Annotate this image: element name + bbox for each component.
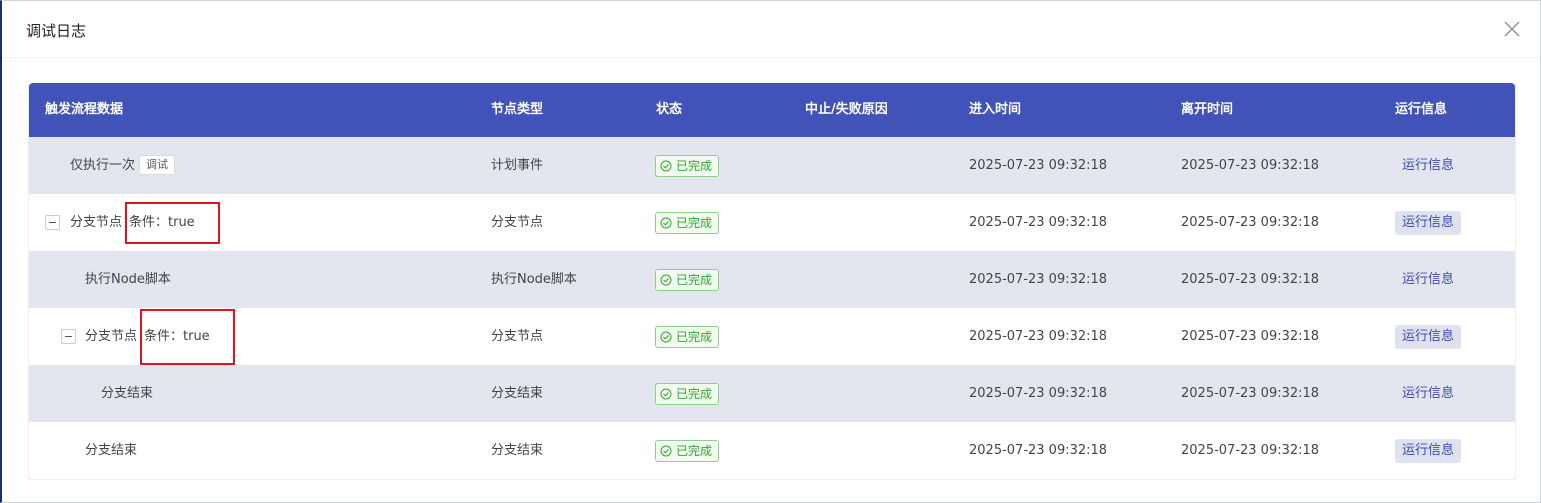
- table-row: 执行Node脚本 执行Node脚本 已完成 2025-07-23 09:32:1…: [29, 251, 1515, 308]
- enter-time: 2025-07-23 09:32:18: [969, 443, 1108, 458]
- enter-time: 2025-07-23 09:32:18: [969, 386, 1108, 401]
- leave-time: 2025-07-23 09:32:18: [1181, 215, 1320, 230]
- leave-time: 2025-07-23 09:32:18: [1181, 158, 1320, 173]
- run-info-button[interactable]: 运行信息: [1395, 268, 1461, 292]
- dialog-title: 调试日志: [26, 22, 87, 40]
- dialog-header: 调试日志: [2, 1, 1540, 58]
- leave-time: 2025-07-23 09:32:18: [1181, 272, 1320, 287]
- minus-square-icon[interactable]: [61, 329, 76, 344]
- condition-highlight: [140, 309, 235, 365]
- header-flow-data: 触发流程数据: [45, 102, 124, 117]
- flow-name: 分支节点: [85, 329, 138, 344]
- debug-tag: 调试: [139, 154, 176, 175]
- header-status: 状态: [656, 102, 683, 117]
- run-info-button[interactable]: 运行信息: [1395, 382, 1461, 406]
- check-circle-icon: [660, 331, 672, 342]
- run-info-button[interactable]: 运行信息: [1395, 211, 1462, 235]
- debug-log-table: 触发流程数据 节点类型 状态 中止/失败原因 进入时间 离开时间 运行信息 仅执…: [28, 83, 1516, 480]
- leave-time: 2025-07-23 09:32:18: [1181, 443, 1320, 458]
- node-type: 分支结束: [491, 443, 544, 458]
- flow-name-cell: 仅执行一次 调试: [70, 137, 176, 194]
- table-header: 触发流程数据 节点类型 状态 中止/失败原因 进入时间 离开时间 运行信息: [29, 83, 1515, 137]
- node-type: 分支节点: [491, 215, 544, 230]
- flow-name: 分支节点: [70, 215, 123, 230]
- flow-name: 分支结束: [101, 386, 154, 401]
- status-text: 已完成: [676, 330, 713, 344]
- run-info-button[interactable]: 运行信息: [1395, 439, 1462, 463]
- status-text: 已完成: [676, 159, 713, 173]
- check-circle-icon: [660, 445, 672, 456]
- node-type: 计划事件: [491, 158, 544, 173]
- status-badge: 已完成: [655, 212, 720, 234]
- status-badge: 已完成: [655, 269, 720, 291]
- status-text: 已完成: [676, 216, 713, 230]
- run-info-button[interactable]: 运行信息: [1395, 325, 1462, 349]
- status-text: 已完成: [676, 387, 713, 401]
- header-enter-time: 进入时间: [969, 102, 1022, 117]
- condition-highlight: [125, 202, 220, 244]
- node-type: 分支结束: [491, 386, 544, 401]
- flow-name: 分支结束: [85, 443, 138, 458]
- table-row: 分支节点 条件：true 分支节点 已完成 2025-07-23 09:32:1…: [29, 194, 1515, 251]
- table-row: 分支结束 分支结束 已完成 2025-07-23 09:32:18 2025-0…: [29, 365, 1515, 422]
- header-reason: 中止/失败原因: [805, 102, 888, 117]
- table-row: 仅执行一次 调试 计划事件 已完成 2025-07-23 09:32:18 202…: [29, 137, 1515, 194]
- check-circle-icon: [660, 274, 672, 285]
- table-row: 分支结束 分支结束 已完成 2025-07-23 09:32:18 2025-0…: [29, 422, 1515, 479]
- flow-name: 执行Node脚本: [85, 272, 171, 287]
- header-run-info: 运行信息: [1395, 102, 1448, 117]
- enter-time: 2025-07-23 09:32:18: [969, 272, 1108, 287]
- check-circle-icon: [660, 388, 672, 399]
- close-icon[interactable]: [1502, 19, 1522, 39]
- table-row: 分支节点 条件：true 分支节点 已完成 2025-07-23 09:32:1…: [29, 308, 1515, 365]
- flow-name: 仅执行一次: [70, 158, 136, 173]
- status-badge: 已完成: [655, 155, 720, 177]
- status-badge: 已完成: [655, 326, 720, 348]
- check-circle-icon: [660, 160, 672, 171]
- header-node-type: 节点类型: [491, 102, 544, 117]
- leave-time: 2025-07-23 09:32:18: [1181, 386, 1320, 401]
- run-info-button[interactable]: 运行信息: [1395, 154, 1461, 178]
- check-circle-icon: [660, 217, 672, 228]
- status-badge: 已完成: [655, 440, 720, 462]
- enter-time: 2025-07-23 09:32:18: [969, 158, 1108, 173]
- enter-time: 2025-07-23 09:32:18: [969, 329, 1108, 344]
- minus-square-icon[interactable]: [45, 215, 60, 230]
- debug-log-dialog: 调试日志 触发流程数据 节点类型 状态 中止/失败原因 进入时间 离开时间 运行…: [0, 0, 1541, 503]
- status-text: 已完成: [676, 444, 713, 458]
- enter-time: 2025-07-23 09:32:18: [969, 215, 1108, 230]
- node-type: 执行Node脚本: [491, 272, 577, 287]
- status-badge: 已完成: [655, 383, 720, 405]
- node-type: 分支节点: [491, 329, 544, 344]
- status-text: 已完成: [676, 273, 713, 287]
- leave-time: 2025-07-23 09:32:18: [1181, 329, 1320, 344]
- header-leave-time: 离开时间: [1181, 102, 1234, 117]
